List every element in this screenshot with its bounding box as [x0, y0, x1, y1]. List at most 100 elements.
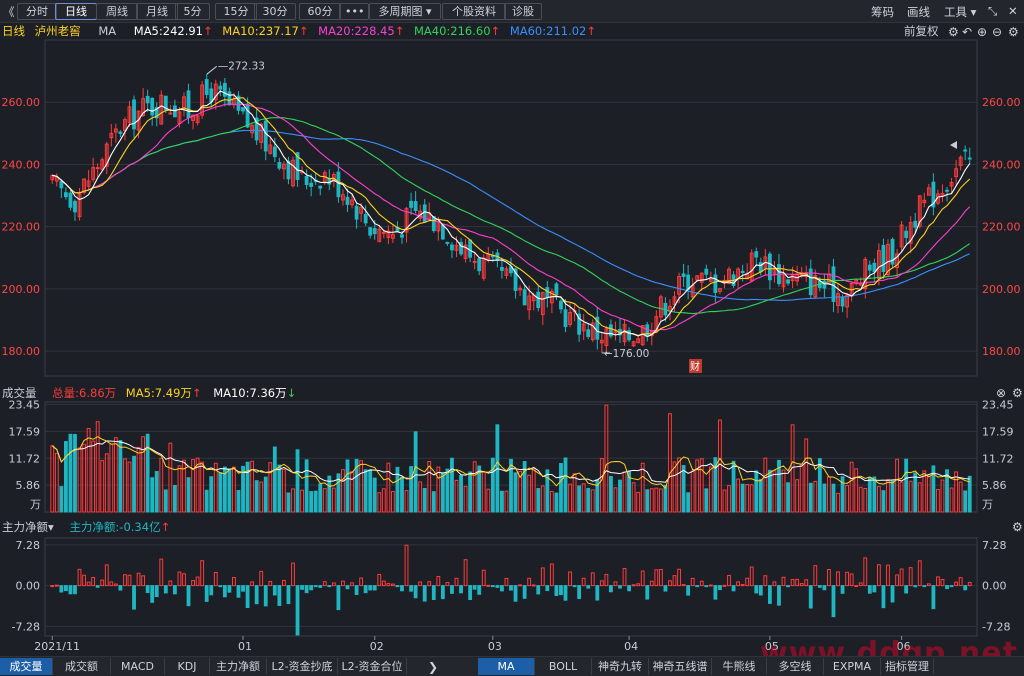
volume-bar [205, 490, 208, 512]
volume-bar [873, 477, 876, 512]
flow-bar [382, 581, 385, 586]
chevron-right-icon[interactable]: ❯ [428, 661, 438, 673]
flow-bar [460, 586, 463, 593]
bottom-tab-right-6[interactable]: 多空线 [767, 658, 824, 675]
flow-bar [641, 571, 644, 586]
flow-bar [959, 578, 962, 586]
bottom-tab-right-3[interactable]: 神奇九转 [592, 658, 649, 675]
bottom-tab-left-4[interactable]: KDJ [165, 658, 210, 675]
flow-bar [514, 586, 517, 602]
candle-body [278, 163, 281, 169]
volume-bar [859, 487, 862, 512]
volume-y-tick-right: 11.72 [982, 452, 1014, 465]
bottom-tab-right-2[interactable]: BOLL [535, 658, 592, 675]
current-price-pointer [950, 141, 957, 149]
flow-bar [310, 586, 313, 590]
flow-bar [351, 583, 354, 586]
flow-bar [228, 586, 231, 593]
flow-bars [51, 545, 971, 635]
flow-bar [478, 586, 481, 595]
volume-bar [305, 460, 308, 512]
volume-bar [114, 438, 117, 512]
x-axis-label: 2021/11 [34, 640, 80, 653]
candle-body [355, 206, 358, 219]
volume-bar [705, 489, 708, 512]
candle-body [228, 92, 231, 105]
main-chart[interactable]: 260.00260.00240.00240.00220.00220.00200.… [0, 0, 1024, 675]
bottom-tab-left-2[interactable]: 成交额 [53, 658, 111, 675]
flow-bar [264, 586, 267, 606]
volume-bar [501, 491, 504, 512]
flow-bar [69, 586, 72, 594]
kline-y-tick-left: 180.00 [2, 345, 41, 358]
volume-bar [959, 482, 962, 512]
volume-bar [937, 490, 940, 512]
bottom-tab-left-7[interactable]: L2-资金合位 [338, 658, 407, 675]
flow-bar [255, 586, 258, 604]
volume-bar [142, 437, 145, 512]
volume-bar [882, 491, 885, 512]
volume-bar [296, 450, 299, 512]
flow-bar [133, 586, 136, 610]
volume-bar [877, 487, 880, 512]
bottom-tab-right-7[interactable]: EXPMA [824, 658, 881, 675]
volume-bar [832, 484, 835, 512]
bottom-tab-left-1[interactable]: 成交量 [0, 658, 53, 675]
flow-bar [528, 578, 531, 585]
volume-bar [927, 476, 930, 512]
volume-bar [92, 441, 95, 512]
flow-bar [964, 586, 967, 590]
flow-bar [778, 586, 781, 606]
bottom-tab-left-6[interactable]: L2-资金抄底 [267, 658, 338, 675]
flow-bar [918, 561, 921, 586]
flow-bar [896, 575, 899, 586]
bottom-tab-left-3[interactable]: MACD [111, 658, 165, 675]
flow-bar [441, 586, 444, 599]
candle-body [432, 217, 435, 231]
flow-bar [364, 586, 367, 593]
volume-bar [787, 483, 790, 512]
volume-bar [351, 472, 354, 512]
candle-body [473, 261, 476, 262]
flow-bar [233, 577, 236, 585]
flow-bar [905, 586, 908, 593]
volume-bar [532, 469, 535, 512]
volume-bar [805, 439, 808, 512]
candle-body [446, 242, 449, 243]
volume-bar [133, 456, 136, 512]
kline-y-tick-right: 200.00 [982, 283, 1021, 296]
flow-bar [955, 582, 958, 586]
flow-bar [110, 582, 113, 586]
bottom-tab-right-4[interactable]: 神奇五线谱 [649, 658, 712, 675]
volume-bar [555, 493, 558, 512]
flow-bar [591, 573, 594, 586]
volume-bar [905, 459, 908, 512]
flow-bar [137, 573, 140, 585]
kline-y-tick-right: 220.00 [982, 221, 1021, 234]
candle-body [841, 297, 844, 306]
volume-bar [192, 460, 195, 512]
volume-bar [732, 461, 735, 512]
flow-bar [469, 586, 472, 600]
flow-bar [519, 585, 522, 586]
candle-body [832, 267, 835, 302]
volume-bar [782, 470, 785, 512]
volume-bar [891, 481, 894, 512]
volume-bar [623, 472, 626, 512]
volume-bar [614, 488, 617, 512]
flow-bar [92, 578, 95, 586]
flow-bar [83, 575, 86, 585]
bottom-tab-right-8[interactable]: 指标管理 [881, 658, 934, 675]
flow-bar [737, 582, 740, 586]
bottom-tab-right-1[interactable]: MA [478, 658, 535, 675]
volume-bar [387, 463, 390, 512]
flow-bar [287, 586, 290, 604]
flow-bar [278, 586, 281, 606]
bottom-tab-left-5[interactable]: 主力净额 [210, 658, 267, 675]
flow-bar [169, 581, 172, 586]
high-marker-line [207, 66, 217, 74]
bottom-tab-right-5[interactable]: 牛熊线 [712, 658, 767, 675]
flow-bar [673, 576, 676, 586]
volume-bar [587, 488, 590, 512]
candle-body [151, 98, 154, 114]
